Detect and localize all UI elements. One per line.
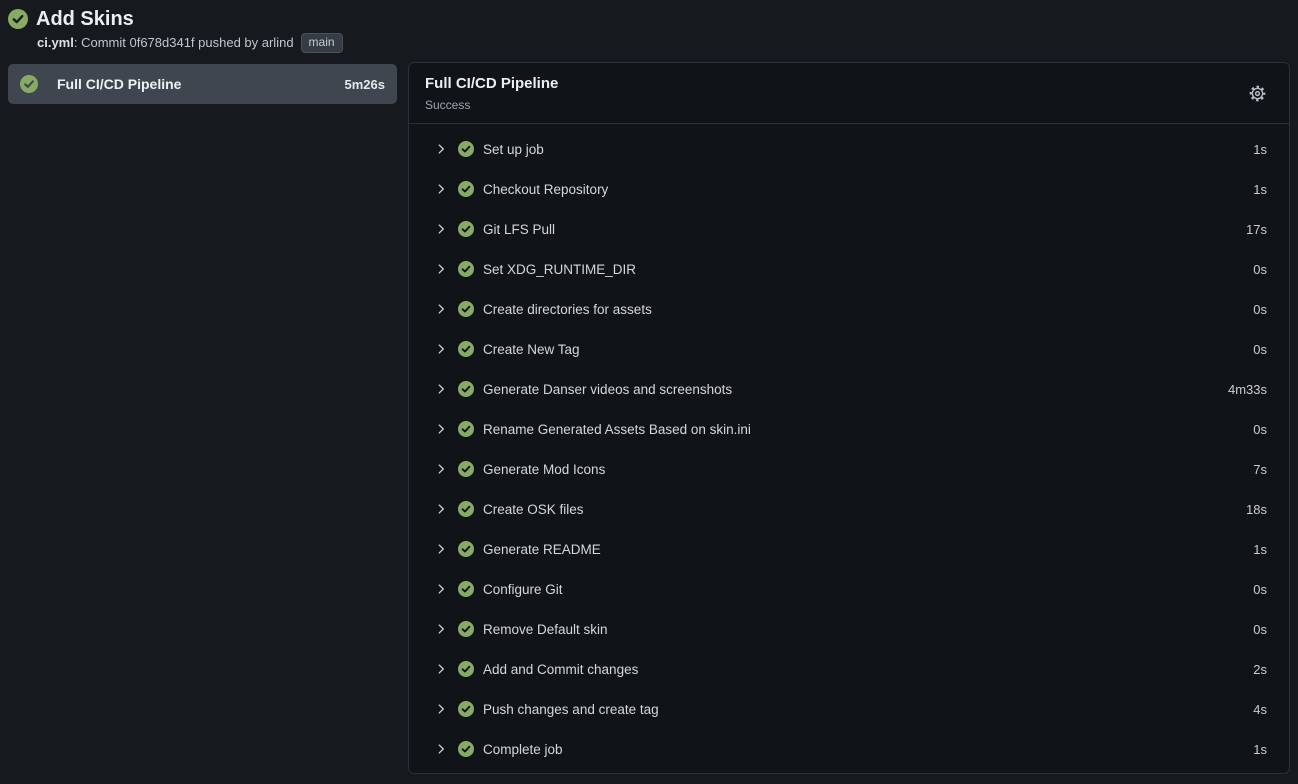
step-name: Remove Default skin bbox=[483, 622, 1253, 637]
run-subtitle: ci.yml: Commit 0f678d341f pushed by arli… bbox=[37, 33, 1288, 53]
chevron-right-icon[interactable] bbox=[434, 702, 448, 716]
step-row[interactable]: Generate README 1s bbox=[409, 529, 1289, 569]
step-success-check-icon bbox=[458, 621, 474, 637]
chevron-right-icon[interactable] bbox=[434, 182, 448, 196]
step-duration: 1s bbox=[1253, 742, 1267, 757]
step-row[interactable]: Push changes and create tag 4s bbox=[409, 689, 1289, 729]
step-row[interactable]: Checkout Repository 1s bbox=[409, 169, 1289, 209]
step-name: Complete job bbox=[483, 742, 1253, 757]
step-success-check-icon bbox=[458, 261, 474, 277]
step-duration: 0s bbox=[1253, 622, 1267, 637]
step-name: Create OSK files bbox=[483, 502, 1246, 517]
step-success-check-icon bbox=[458, 741, 474, 757]
chevron-right-icon[interactable] bbox=[434, 142, 448, 156]
chevron-right-icon[interactable] bbox=[434, 422, 448, 436]
job-panel-title: Full CI/CD Pipeline bbox=[425, 74, 558, 94]
step-success-check-icon bbox=[458, 501, 474, 517]
step-row[interactable]: Generate Danser videos and screenshots 4… bbox=[409, 369, 1289, 409]
step-duration: 0s bbox=[1253, 262, 1267, 277]
commit-summary: : Commit 0f678d341f pushed by arlind bbox=[74, 35, 294, 50]
step-name: Add and Commit changes bbox=[483, 662, 1253, 677]
step-row[interactable]: Git LFS Pull 17s bbox=[409, 209, 1289, 249]
step-duration: 4m33s bbox=[1228, 382, 1267, 397]
step-duration: 2s bbox=[1253, 662, 1267, 677]
step-name: Set XDG_RUNTIME_DIR bbox=[483, 262, 1253, 277]
step-row[interactable]: Create New Tag 0s bbox=[409, 329, 1289, 369]
chevron-right-icon[interactable] bbox=[434, 662, 448, 676]
step-duration: 0s bbox=[1253, 342, 1267, 357]
step-duration: 1s bbox=[1253, 142, 1267, 157]
job-success-check-icon bbox=[20, 75, 38, 93]
step-duration: 7s bbox=[1253, 462, 1267, 477]
step-name: Generate README bbox=[483, 542, 1253, 557]
job-status-text: Success bbox=[425, 97, 558, 113]
run-title: Add Skins bbox=[36, 6, 134, 32]
run-header: Add Skins ci.yml: Commit 0f678d341f push… bbox=[0, 0, 1298, 53]
step-name: Generate Danser videos and screenshots bbox=[483, 382, 1228, 397]
step-duration: 1s bbox=[1253, 182, 1267, 197]
step-success-check-icon bbox=[458, 541, 474, 557]
step-row[interactable]: Add and Commit changes 2s bbox=[409, 649, 1289, 689]
step-row[interactable]: Configure Git 0s bbox=[409, 569, 1289, 609]
step-name: Generate Mod Icons bbox=[483, 462, 1253, 477]
step-name: Create directories for assets bbox=[483, 302, 1253, 317]
chevron-right-icon[interactable] bbox=[434, 222, 448, 236]
chevron-right-icon[interactable] bbox=[434, 502, 448, 516]
step-success-check-icon bbox=[458, 421, 474, 437]
step-success-check-icon bbox=[458, 581, 474, 597]
step-name: Rename Generated Assets Based on skin.in… bbox=[483, 422, 1253, 437]
step-success-check-icon bbox=[458, 701, 474, 717]
step-duration: 18s bbox=[1246, 502, 1267, 517]
job-panel-header: Full CI/CD Pipeline Success bbox=[409, 63, 1289, 124]
step-success-check-icon bbox=[458, 661, 474, 677]
sidebar-job-full-ci-cd-pipeline[interactable]: Full CI/CD Pipeline 5m26s bbox=[8, 64, 397, 104]
step-name: Push changes and create tag bbox=[483, 702, 1253, 717]
step-row[interactable]: Create OSK files 18s bbox=[409, 489, 1289, 529]
job-name: Full CI/CD Pipeline bbox=[57, 76, 335, 92]
chevron-right-icon[interactable] bbox=[434, 262, 448, 276]
step-success-check-icon bbox=[458, 181, 474, 197]
step-success-check-icon bbox=[458, 341, 474, 357]
step-row[interactable]: Generate Mod Icons 7s bbox=[409, 449, 1289, 489]
step-success-check-icon bbox=[458, 141, 474, 157]
step-name: Configure Git bbox=[483, 582, 1253, 597]
step-row[interactable]: Set up job 1s bbox=[409, 129, 1289, 169]
step-name: Checkout Repository bbox=[483, 182, 1253, 197]
step-success-check-icon bbox=[458, 381, 474, 397]
branch-badge[interactable]: main bbox=[301, 33, 343, 53]
job-detail-panel: Full CI/CD Pipeline Success bbox=[408, 62, 1290, 774]
step-row[interactable]: Set XDG_RUNTIME_DIR 0s bbox=[409, 249, 1289, 289]
step-duration: 17s bbox=[1246, 222, 1267, 237]
steps-list: Set up job 1s Checkout Repository 1s bbox=[409, 124, 1289, 773]
chevron-right-icon[interactable] bbox=[434, 302, 448, 316]
step-name: Set up job bbox=[483, 142, 1253, 157]
gear-icon[interactable] bbox=[1246, 82, 1269, 105]
workflow-file-name[interactable]: ci.yml bbox=[37, 35, 74, 50]
step-success-check-icon bbox=[458, 461, 474, 477]
chevron-right-icon[interactable] bbox=[434, 742, 448, 756]
step-success-check-icon bbox=[458, 221, 474, 237]
step-success-check-icon bbox=[458, 301, 474, 317]
step-name: Create New Tag bbox=[483, 342, 1253, 357]
step-duration: 0s bbox=[1253, 422, 1267, 437]
chevron-right-icon[interactable] bbox=[434, 622, 448, 636]
job-duration: 5m26s bbox=[345, 77, 385, 92]
step-name: Git LFS Pull bbox=[483, 222, 1246, 237]
chevron-right-icon[interactable] bbox=[434, 342, 448, 356]
chevron-right-icon[interactable] bbox=[434, 582, 448, 596]
jobs-sidebar: Full CI/CD Pipeline 5m26s bbox=[8, 62, 397, 104]
step-duration: 0s bbox=[1253, 302, 1267, 317]
step-duration: 0s bbox=[1253, 582, 1267, 597]
run-success-check-icon bbox=[8, 9, 28, 29]
step-duration: 1s bbox=[1253, 542, 1267, 557]
step-row[interactable]: Complete job 1s bbox=[409, 729, 1289, 769]
step-row[interactable]: Remove Default skin 0s bbox=[409, 609, 1289, 649]
step-row[interactable]: Rename Generated Assets Based on skin.in… bbox=[409, 409, 1289, 449]
chevron-right-icon[interactable] bbox=[434, 462, 448, 476]
chevron-right-icon[interactable] bbox=[434, 542, 448, 556]
chevron-right-icon[interactable] bbox=[434, 382, 448, 396]
step-row[interactable]: Create directories for assets 0s bbox=[409, 289, 1289, 329]
step-duration: 4s bbox=[1253, 702, 1267, 717]
